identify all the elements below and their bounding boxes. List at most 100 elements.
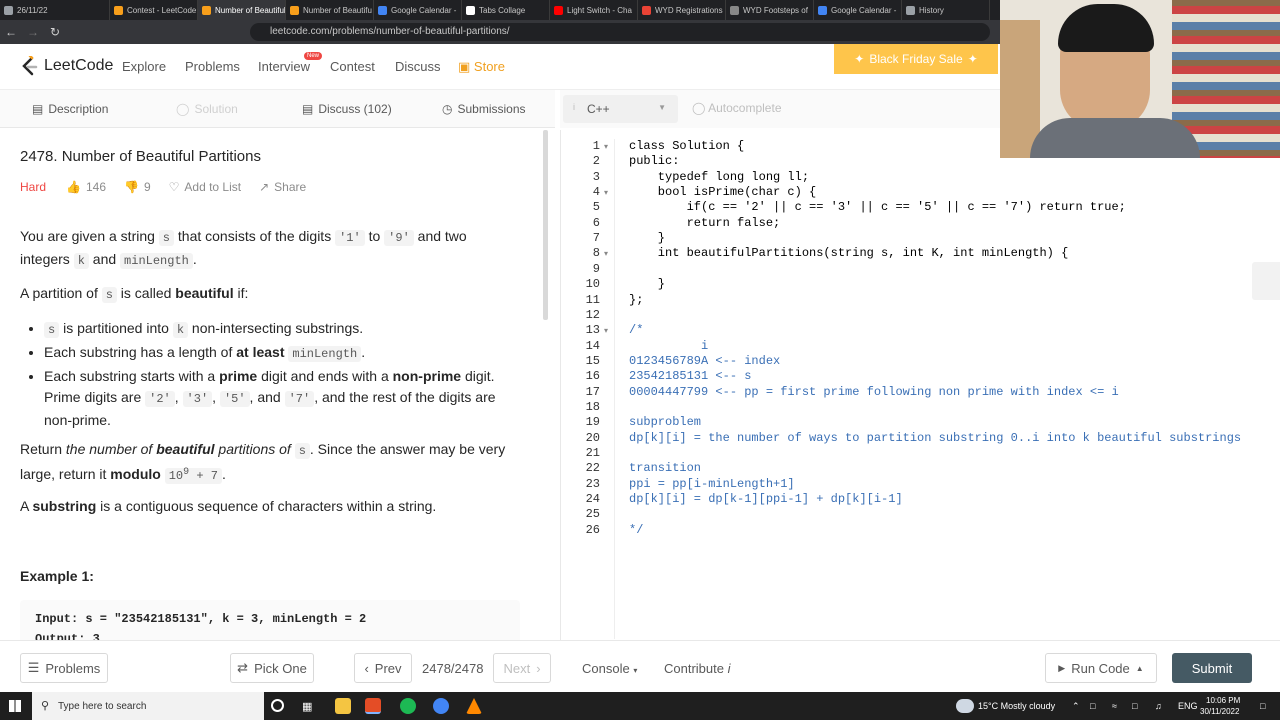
- weather-icon[interactable]: [956, 699, 974, 713]
- prev-button[interactable]: ‹ Prev: [354, 653, 412, 683]
- list-item: Each substring starts with a prime digit…: [44, 366, 504, 431]
- reload-icon[interactable]: ↻: [44, 25, 66, 39]
- file-explorer-icon[interactable]: [335, 698, 351, 714]
- browser-tab-label: 26/11/22: [17, 5, 48, 15]
- nav-interview[interactable]: Interview: [258, 59, 310, 74]
- description-scrollbar[interactable]: [543, 130, 548, 320]
- browser-tab[interactable]: Google Calendar -: [374, 0, 462, 20]
- tab-description[interactable]: ▤ Description: [32, 102, 108, 116]
- browser-tab[interactable]: Google Calendar -: [814, 0, 902, 20]
- browser-tab[interactable]: WYD Footsteps of: [726, 0, 814, 20]
- next-button[interactable]: Next ›: [493, 653, 551, 683]
- nav-problems[interactable]: Problems: [185, 59, 240, 74]
- tab-discuss[interactable]: ▤ Discuss (102): [302, 102, 392, 116]
- editor-side-handle[interactable]: [1252, 262, 1280, 300]
- windows-start-icon[interactable]: [9, 700, 21, 712]
- thumbs-up-icon: 👍: [66, 180, 81, 194]
- code-line: 0123456789A <-- index: [629, 353, 781, 368]
- dislike-button[interactable]: 👎 9: [124, 180, 151, 194]
- language-indicator[interactable]: ENG: [1178, 701, 1198, 711]
- store-icon: ▣: [458, 59, 474, 74]
- line-number: 14: [585, 338, 600, 353]
- weather-text[interactable]: 15°C Mostly cloudy: [978, 701, 1055, 711]
- clock-time[interactable]: 10:06 PM: [1206, 696, 1240, 705]
- browser-tab[interactable]: Number of Beautifu: [286, 0, 374, 20]
- caret-icon: ▾: [633, 666, 638, 675]
- contribute-button[interactable]: Contribute i: [664, 661, 731, 676]
- browser-tab[interactable]: Tabs Collage: [462, 0, 550, 20]
- chevron-right-icon: ›: [536, 660, 541, 676]
- dislike-count: 9: [143, 180, 151, 194]
- forward-icon[interactable]: →: [22, 25, 44, 39]
- pick-one-button[interactable]: ⇄ Pick One: [230, 653, 314, 683]
- example-heading: Example 1:: [20, 568, 94, 584]
- paragraph-substring: A substring is a contiguous sequence of …: [20, 498, 437, 514]
- share-label: Share: [274, 180, 307, 194]
- like-button[interactable]: 👍 146: [66, 180, 106, 194]
- submit-button[interactable]: Submit: [1172, 653, 1252, 683]
- browser-tab-label: Google Calendar -: [831, 5, 897, 15]
- browser-tab[interactable]: Number of Beautifulx: [198, 0, 286, 20]
- tab-solution[interactable]: ◯ Solution: [176, 102, 238, 116]
- webcam-overlay: [1000, 0, 1280, 158]
- add-to-list-button[interactable]: ♡ Add to List: [169, 180, 241, 194]
- task-view-icon[interactable]: ▦: [302, 700, 312, 713]
- line-number: 10: [585, 277, 600, 292]
- fold-arrow-icon[interactable]: ▾: [604, 188, 608, 197]
- wifi-icon[interactable]: ≈: [1112, 701, 1117, 711]
- search-icon: ⚲: [41, 700, 50, 712]
- problems-button[interactable]: ☰ Problems: [20, 653, 108, 683]
- line-number: 9: [592, 261, 600, 276]
- browser-tab[interactable]: History: [902, 0, 990, 20]
- nav-explore[interactable]: Explore: [122, 59, 166, 74]
- fold-arrow-icon[interactable]: ▾: [604, 249, 608, 258]
- nav-store[interactable]: ▣ Store: [458, 59, 505, 75]
- chrome-icon[interactable]: [433, 698, 449, 714]
- black-friday-sale-banner[interactable]: ✦ Black Friday Sale ✦: [834, 44, 998, 74]
- nav-discuss[interactable]: Discuss: [395, 59, 441, 74]
- console-button[interactable]: Console ▾: [582, 661, 637, 676]
- line-number: 23: [585, 476, 600, 491]
- line-number: 19: [585, 415, 600, 430]
- cortana-icon[interactable]: [271, 699, 284, 712]
- language-select[interactable]: C++ ▼ i: [563, 95, 678, 123]
- url-field[interactable]: leetcode.com/problems/number-of-beautifu…: [250, 23, 990, 41]
- curtain: [1000, 20, 1040, 158]
- chat-icon[interactable]: □: [1132, 701, 1137, 711]
- add-to-list-label: Add to List: [184, 180, 242, 194]
- code-line: public:: [629, 154, 680, 169]
- fold-arrow-icon[interactable]: ▾: [604, 142, 608, 151]
- example-input: Input: s = "23542185131", k = 3, minLeng…: [35, 612, 367, 626]
- leetcode-logo[interactable]: LeetCode: [20, 56, 113, 76]
- browser-tab[interactable]: WYD Registrations: [638, 0, 726, 20]
- share-button[interactable]: ↗ Share: [259, 180, 306, 194]
- line-number: 22: [585, 461, 600, 476]
- paragraph-intro: You are given a string s that consists o…: [20, 228, 467, 269]
- fold-arrow-icon[interactable]: ▾: [604, 326, 608, 335]
- browser-tab[interactable]: Light Switch - Cha: [550, 0, 638, 20]
- clock-date[interactable]: 30/11/2022: [1200, 707, 1239, 716]
- conditions-list: s is partitioned into k non-intersecting…: [44, 318, 504, 432]
- like-count: 146: [85, 180, 106, 194]
- notifications-icon[interactable]: □: [1260, 701, 1265, 711]
- taskbar-search[interactable]: ⚲ Type here to search: [32, 692, 264, 720]
- code-line: if(c == '2' || c == '3' || c == '5' || c…: [629, 200, 1126, 215]
- spotify-icon[interactable]: [400, 698, 416, 714]
- description-icon: ▤: [32, 102, 44, 116]
- autocomplete-toggle[interactable]: ◯ Autocomplete: [692, 101, 782, 115]
- brave-browser-icon[interactable]: [365, 698, 381, 714]
- back-icon[interactable]: ←: [0, 25, 22, 39]
- chevron-down-icon: ▼: [658, 103, 666, 112]
- tray-chevron-icon[interactable]: ⌃: [1072, 701, 1080, 712]
- line-number: 18: [585, 399, 600, 414]
- tab-favicon-icon: [554, 5, 563, 15]
- vlc-icon[interactable]: [466, 698, 482, 714]
- run-code-button[interactable]: ▶ Run Code ▲: [1045, 653, 1157, 683]
- volume-icon[interactable]: ♫: [1155, 701, 1162, 711]
- network-icon[interactable]: □: [1090, 701, 1095, 711]
- tab-submissions[interactable]: ◷ Submissions: [442, 102, 526, 116]
- nav-contest[interactable]: Contest: [330, 59, 375, 74]
- browser-tab[interactable]: 26/11/22: [0, 0, 110, 20]
- browser-tab[interactable]: Contest - LeetCode: [110, 0, 198, 20]
- contribute-label: Contribute: [664, 661, 724, 676]
